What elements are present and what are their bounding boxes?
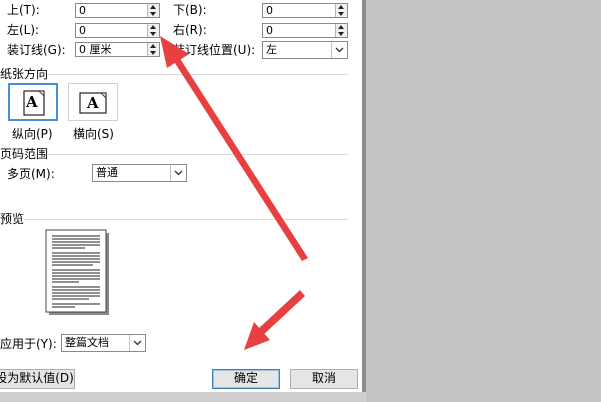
annotation-arrows xyxy=(160,36,308,350)
arrow-to-gutter-icon xyxy=(160,36,308,261)
arrow-to-ok-icon xyxy=(244,290,305,350)
